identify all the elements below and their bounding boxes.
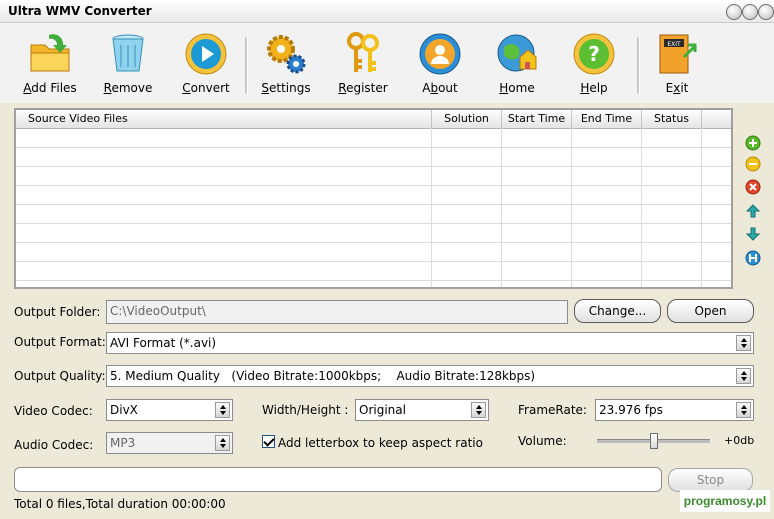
remove-button[interactable]: Remove — [92, 31, 164, 95]
output-format-label: Output Format: — [14, 335, 106, 349]
add-item-icon[interactable] — [745, 135, 761, 151]
play-icon — [185, 33, 227, 75]
open-folder-button[interactable]: Open — [667, 299, 754, 323]
add-files-button[interactable]: Add Files — [14, 31, 86, 95]
volume-slider-thumb[interactable] — [649, 433, 658, 449]
spinner-arrows-icon[interactable] — [471, 402, 486, 418]
convert-button[interactable]: Convert — [170, 31, 242, 95]
column-divider — [501, 128, 502, 287]
column-divider — [571, 128, 572, 287]
width-height-select[interactable]: Original — [355, 399, 489, 421]
column-divider — [701, 128, 702, 287]
minimize-button[interactable] — [726, 4, 742, 20]
spinner-arrows-icon[interactable] — [215, 435, 230, 451]
toolbar-separator — [637, 37, 640, 93]
letterbox-label: Add letterbox to keep aspect ratio — [278, 436, 483, 450]
column-header-solution[interactable]: Solution — [432, 110, 502, 128]
letterbox-checkbox[interactable] — [262, 435, 275, 448]
frame-rate-select[interactable]: 23.976 fps — [595, 399, 754, 421]
toolbar-separator — [245, 37, 248, 93]
column-divider — [641, 128, 642, 287]
folder-add-icon — [30, 34, 70, 72]
table-row — [16, 185, 731, 186]
video-codec-select[interactable]: DivX — [106, 399, 233, 421]
file-list-header: Source Video Files Solution Start Time E… — [16, 110, 731, 129]
table-row — [16, 280, 731, 281]
width-height-value: Original — [359, 403, 406, 417]
output-folder-input[interactable]: C:\VideoOutput\ — [106, 300, 568, 324]
table-row — [16, 166, 731, 167]
merge-icon[interactable] — [745, 250, 761, 266]
exit-button[interactable]: EXIT Exit — [641, 31, 713, 95]
clear-list-icon[interactable] — [745, 179, 761, 195]
output-quality-label: Output Quality: — [14, 369, 106, 383]
frame-rate-label: FrameRate: — [518, 403, 587, 417]
column-header-start-time[interactable]: Start Time — [502, 110, 572, 128]
change-folder-button[interactable]: Change... — [574, 299, 661, 323]
move-up-icon[interactable] — [745, 203, 761, 219]
move-down-icon[interactable] — [745, 226, 761, 242]
help-button[interactable]: ? Help — [558, 31, 630, 95]
window-title: Ultra WMV Converter — [8, 4, 152, 18]
volume-value: +0db — [724, 434, 755, 447]
trash-icon — [112, 34, 144, 72]
volume-label: Volume: — [518, 434, 567, 448]
exit-door-icon: EXIT — [659, 34, 697, 74]
settings-button[interactable]: Settings — [250, 31, 322, 95]
table-row — [16, 147, 731, 148]
svg-text:?: ? — [588, 42, 600, 66]
video-codec-label: Video Codec: — [14, 404, 93, 418]
conversion-progress-bar — [14, 467, 662, 492]
watermark: programosy.pl — [680, 490, 770, 512]
user-icon — [419, 33, 461, 75]
table-row — [16, 261, 731, 262]
globe-home-icon — [497, 34, 537, 72]
output-folder-label: Output Folder: — [14, 305, 101, 319]
output-quality-value: 5. Medium Quality (Video Bitrate:1000kbp… — [110, 369, 536, 383]
toolbar: Add Files Remove Convert Settings Regist… — [0, 23, 774, 103]
width-height-label: Width/Height : — [262, 403, 349, 417]
about-button[interactable]: About — [404, 31, 476, 95]
audio-codec-value: MP3 — [110, 436, 136, 450]
home-button[interactable]: Home — [481, 31, 553, 95]
spinner-arrows-icon[interactable] — [736, 402, 751, 418]
spinner-arrows-icon[interactable] — [736, 335, 751, 351]
close-button[interactable] — [758, 4, 774, 20]
video-codec-value: DivX — [110, 403, 138, 417]
table-row — [16, 204, 731, 205]
audio-codec-select[interactable]: MP3 — [106, 432, 233, 454]
output-quality-select[interactable]: 5. Medium Quality (Video Bitrate:1000kbp… — [106, 365, 754, 387]
keys-icon — [347, 32, 379, 72]
column-divider — [431, 128, 432, 287]
gears-icon — [267, 35, 306, 74]
table-row — [16, 242, 731, 243]
title-bar: Ultra WMV Converter — [0, 0, 774, 23]
file-list[interactable]: Source Video Files Solution Start Time E… — [14, 108, 733, 289]
remove-item-icon[interactable] — [745, 156, 761, 172]
svg-text:EXIT: EXIT — [667, 41, 681, 48]
spinner-arrows-icon[interactable] — [736, 368, 751, 384]
spinner-arrows-icon[interactable] — [215, 402, 230, 418]
frame-rate-value: 23.976 fps — [599, 403, 663, 417]
status-text: Total 0 files,Total duration 00:00:00 — [14, 497, 226, 511]
maximize-button[interactable] — [742, 4, 758, 20]
output-format-value: AVI Format (*.avi) — [110, 336, 217, 350]
register-button[interactable]: Register — [327, 31, 399, 95]
column-header-status[interactable]: Status — [642, 110, 702, 128]
column-header-source[interactable]: Source Video Files — [16, 110, 432, 128]
stop-button[interactable]: Stop — [668, 468, 753, 492]
table-row — [16, 223, 731, 224]
question-icon: ? — [573, 33, 615, 75]
column-header-end-time[interactable]: End Time — [572, 110, 642, 128]
audio-codec-label: Audio Codec: — [14, 438, 94, 452]
output-format-select[interactable]: AVI Format (*.avi) — [106, 332, 754, 354]
